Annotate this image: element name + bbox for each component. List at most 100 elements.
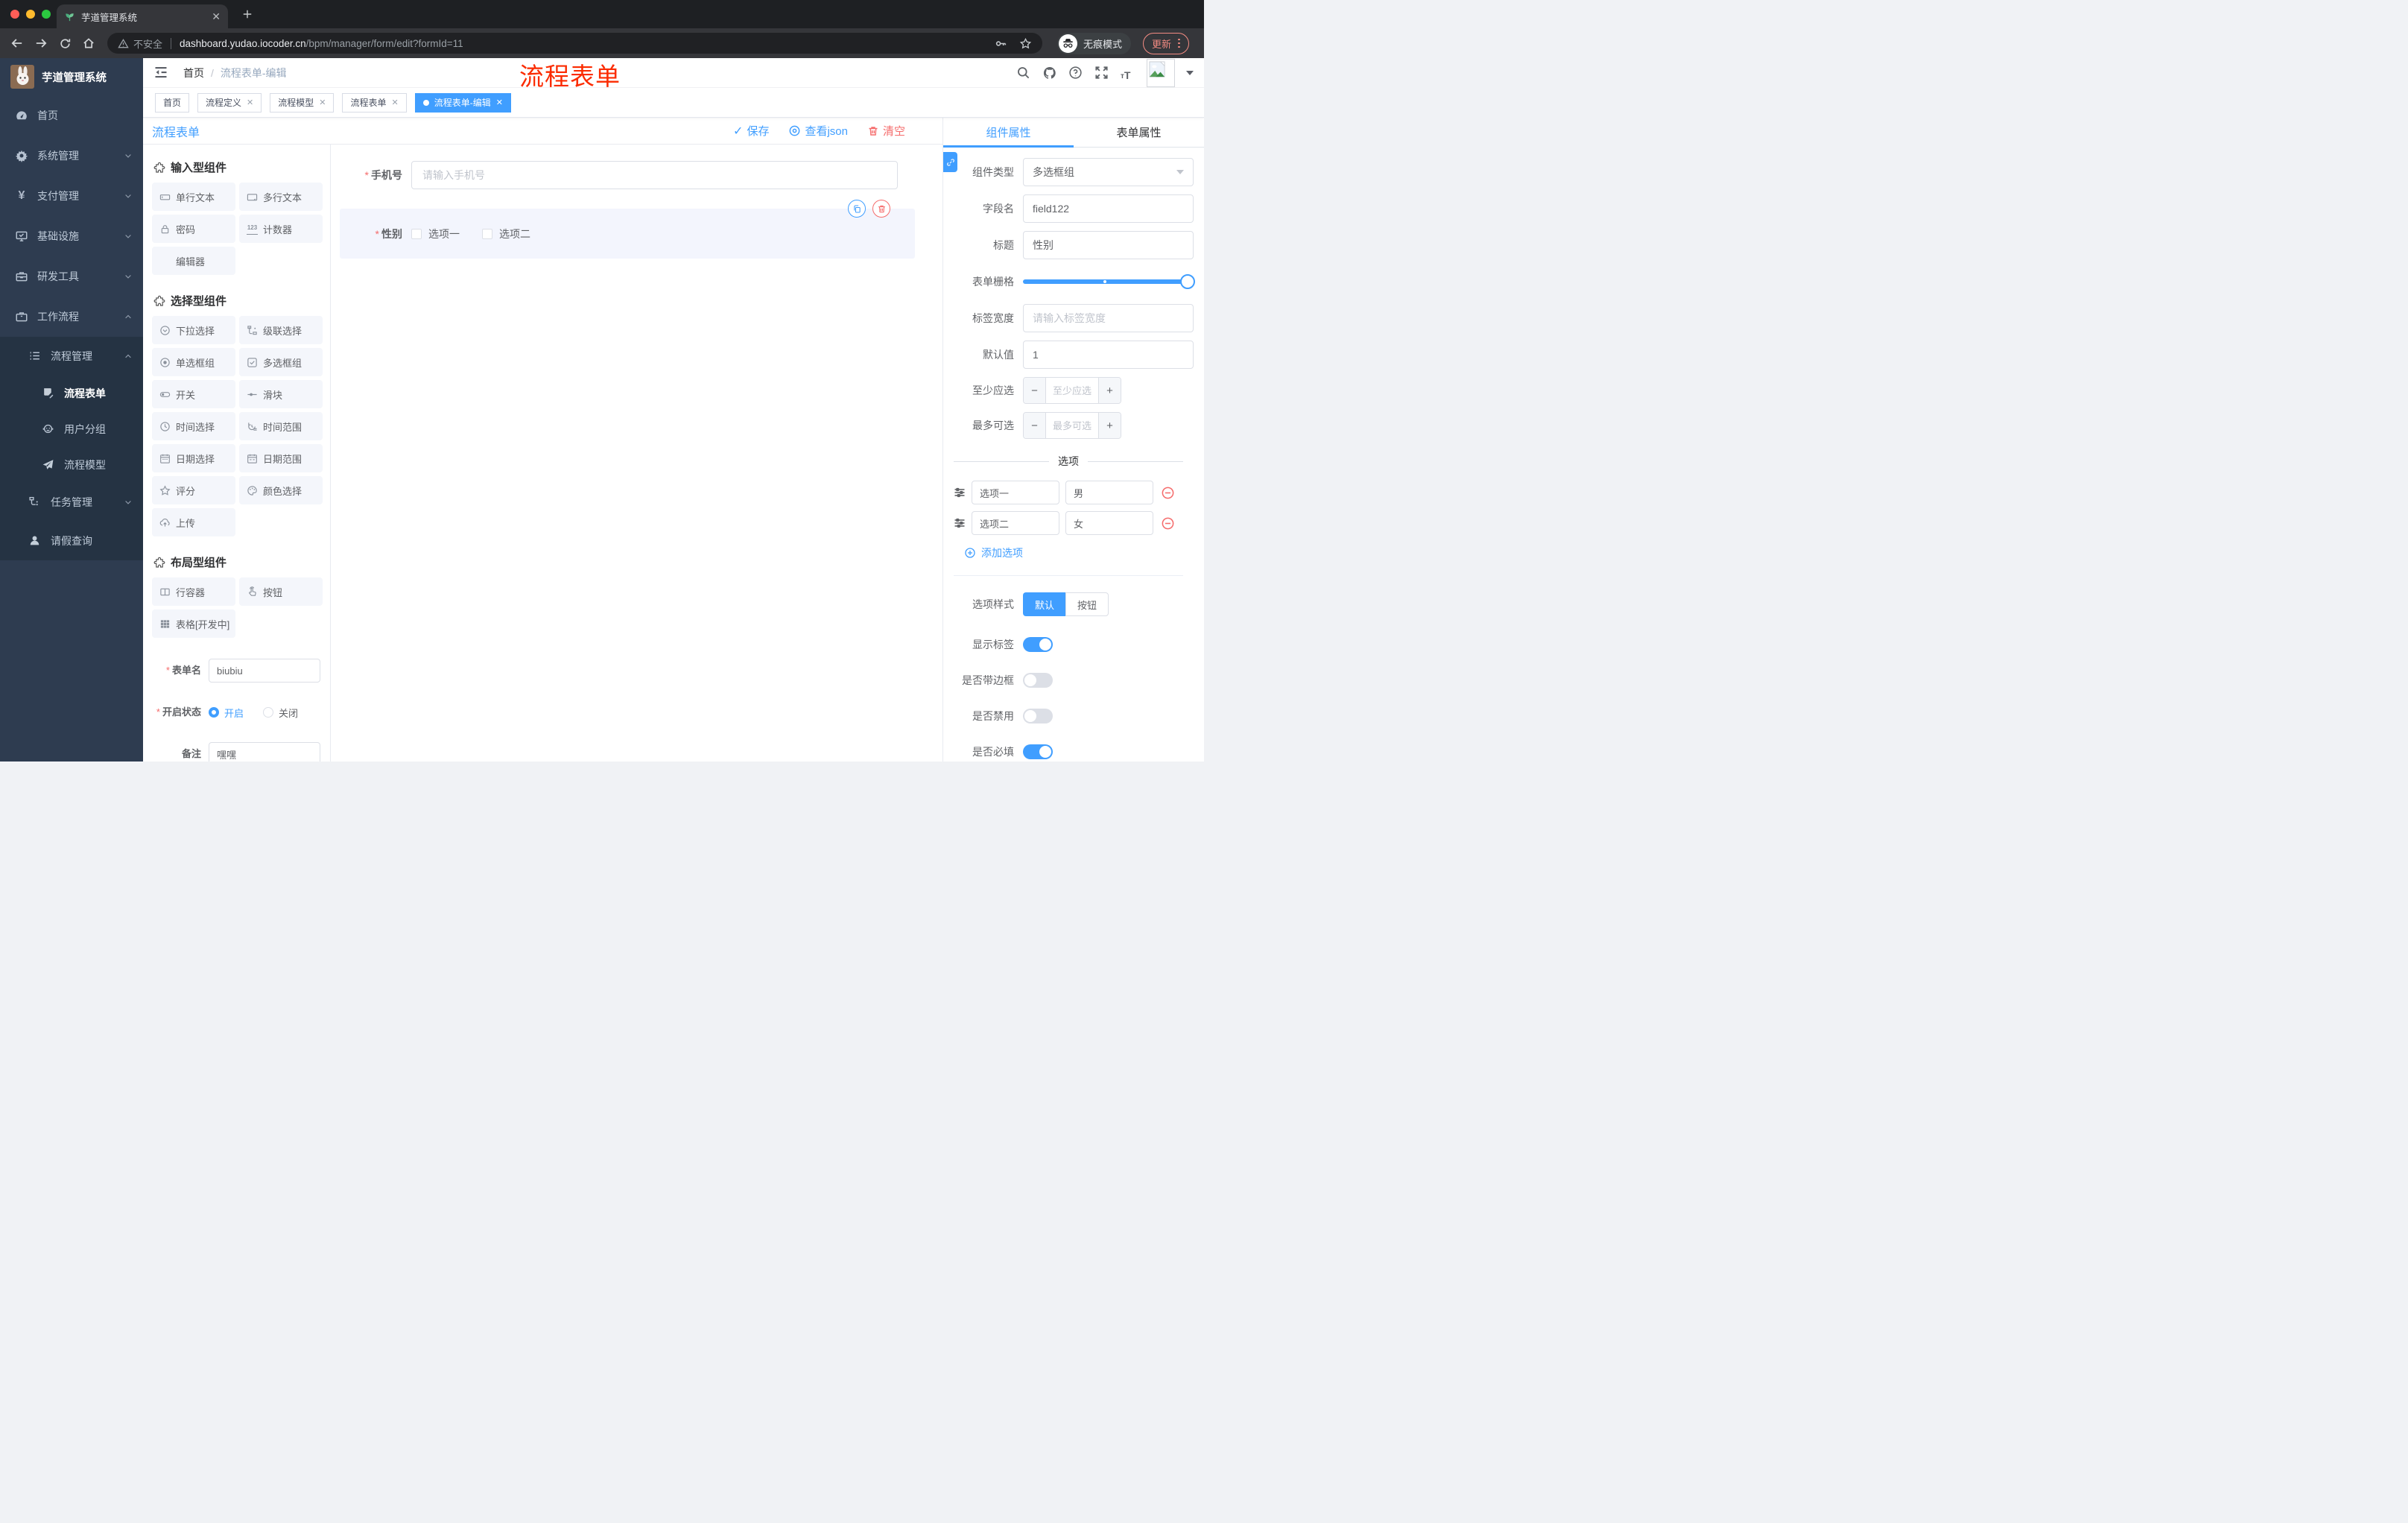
form-canvas[interactable]: *手机号 *性别 选项一 bbox=[331, 145, 942, 762]
palette-item-textarea[interactable]: 多行文本 bbox=[239, 183, 323, 211]
form-name-input[interactable] bbox=[209, 659, 320, 683]
palette-item-time-range[interactable]: 时间范围 bbox=[239, 412, 323, 440]
palette-item-counter[interactable]: 123 计数器 bbox=[239, 215, 323, 243]
palette-item-single-text[interactable]: 单行文本 bbox=[152, 183, 235, 211]
sidebar-item-process-model[interactable]: 流程模型 bbox=[0, 447, 143, 483]
show-label-toggle[interactable] bbox=[1023, 637, 1053, 652]
sidebar-item-leave-query[interactable]: 请假查询 bbox=[0, 522, 143, 560]
close-window-button[interactable] bbox=[10, 10, 19, 19]
palette-item-cascader[interactable]: 级联选择 bbox=[239, 316, 323, 344]
security-label[interactable]: 不安全 bbox=[133, 37, 162, 51]
remove-option-icon[interactable] bbox=[1161, 486, 1175, 500]
palette-item-radio-group[interactable]: 单选框组 bbox=[152, 348, 235, 376]
forward-icon[interactable] bbox=[31, 34, 51, 53]
palette-item-table[interactable]: 表格[开发中] bbox=[152, 609, 235, 638]
palette-item-row-container[interactable]: 行容器 bbox=[152, 577, 235, 606]
max-select-input[interactable] bbox=[1046, 413, 1098, 438]
option-1-name-input[interactable] bbox=[972, 481, 1059, 504]
disabled-toggle[interactable] bbox=[1023, 709, 1053, 723]
palette-item-editor[interactable]: 编辑器 bbox=[152, 247, 235, 275]
back-icon[interactable] bbox=[7, 34, 27, 53]
plus-button[interactable]: + bbox=[1098, 413, 1121, 438]
breadcrumb-home[interactable]: 首页 bbox=[183, 66, 204, 80]
fullscreen-icon[interactable] bbox=[1094, 66, 1109, 80]
form-grid-slider[interactable] bbox=[1023, 267, 1195, 296]
search-icon[interactable] bbox=[1016, 66, 1031, 80]
new-tab-button[interactable] bbox=[240, 7, 255, 22]
tag-close-icon[interactable]: ✕ bbox=[392, 98, 399, 107]
sidebar-item-home[interactable]: 首页 bbox=[0, 95, 143, 136]
palette-item-color-picker[interactable]: 颜色选择 bbox=[239, 476, 323, 504]
sidebar-item-devtools[interactable]: 研发工具 bbox=[0, 256, 143, 297]
help-icon[interactable] bbox=[1068, 66, 1083, 80]
style-button-button[interactable]: 按钮 bbox=[1065, 592, 1109, 616]
option-2-name-input[interactable] bbox=[972, 511, 1059, 535]
tag-process-definition[interactable]: 流程定义 ✕ bbox=[197, 92, 262, 113]
remove-option-icon[interactable] bbox=[1161, 516, 1175, 531]
drag-handle-icon[interactable] bbox=[954, 487, 966, 498]
sidebar-item-infra[interactable]: 基础设施 bbox=[0, 216, 143, 256]
maximize-window-button[interactable] bbox=[42, 10, 51, 19]
sidebar-item-process-manage[interactable]: 流程管理 bbox=[0, 337, 143, 376]
palette-item-date-range[interactable]: 日期范围 bbox=[239, 444, 323, 472]
tag-process-form-edit[interactable]: 流程表单-编辑 ✕ bbox=[414, 92, 511, 113]
tag-process-form[interactable]: 流程表单 ✕ bbox=[342, 92, 407, 113]
sidebar-fold-icon[interactable] bbox=[153, 65, 170, 81]
save-button[interactable]: ✓ 保存 bbox=[733, 123, 769, 139]
clear-button[interactable]: 清空 bbox=[867, 123, 905, 139]
palette-item-slider[interactable]: 滑块 bbox=[239, 380, 323, 408]
tag-close-icon[interactable]: ✕ bbox=[319, 98, 326, 107]
update-label[interactable]: 更新 bbox=[1152, 37, 1171, 51]
delete-component-button[interactable] bbox=[872, 200, 890, 218]
sidebar-item-workflow[interactable]: 工作流程 bbox=[0, 297, 143, 337]
gender-option-2[interactable]: 选项二 bbox=[482, 227, 530, 241]
add-option-button[interactable]: 添加选项 bbox=[964, 545, 1194, 560]
status-off-radio[interactable]: 关闭 bbox=[263, 706, 298, 720]
drag-handle-icon[interactable] bbox=[954, 517, 966, 529]
title-input[interactable] bbox=[1023, 231, 1194, 259]
github-icon[interactable] bbox=[1042, 66, 1057, 80]
default-value-input[interactable] bbox=[1023, 341, 1194, 369]
sidebar-item-task-manage[interactable]: 任务管理 bbox=[0, 483, 143, 522]
address-bar[interactable]: 不安全 dashboard.yudao.iocoder.cn/bpm/manag… bbox=[107, 33, 1042, 54]
tab-close-icon[interactable]: ✕ bbox=[212, 11, 221, 22]
avatar[interactable] bbox=[1147, 58, 1175, 87]
phone-field[interactable]: * 手机号 bbox=[340, 161, 915, 189]
sidebar-item-payment[interactable]: ¥ 支付管理 bbox=[0, 176, 143, 216]
tab-form-props[interactable]: 表单属性 bbox=[1074, 118, 1204, 147]
palette-item-password[interactable]: 密码 bbox=[152, 215, 235, 243]
browser-update-button[interactable]: 更新 bbox=[1143, 32, 1189, 54]
palette-item-button[interactable]: 按钮 bbox=[239, 577, 323, 606]
home-icon[interactable] bbox=[79, 34, 98, 53]
palette-item-select[interactable]: 下拉选择 bbox=[152, 316, 235, 344]
minimize-window-button[interactable] bbox=[26, 10, 35, 19]
component-type-select[interactable]: 多选框组 bbox=[1023, 158, 1194, 186]
tag-close-icon[interactable]: ✕ bbox=[496, 98, 503, 107]
tab-component-props[interactable]: 组件属性 bbox=[943, 118, 1074, 147]
max-select-stepper[interactable]: −+ bbox=[1023, 412, 1121, 439]
security-warning-icon[interactable] bbox=[118, 38, 129, 49]
field-name-input[interactable] bbox=[1023, 194, 1194, 223]
form-remark-textarea[interactable]: 嘿嘿 bbox=[209, 742, 320, 762]
status-on-radio[interactable]: 开启 bbox=[209, 706, 244, 720]
minus-button[interactable]: − bbox=[1024, 378, 1046, 403]
min-select-input[interactable] bbox=[1046, 378, 1098, 403]
palette-item-upload[interactable]: 上传 bbox=[152, 508, 235, 536]
sidebar-item-user-group[interactable]: 用户分组 bbox=[0, 411, 143, 447]
font-size-icon[interactable]: тT bbox=[1121, 66, 1135, 80]
sidebar-item-system[interactable]: 系统管理 bbox=[0, 136, 143, 176]
browser-menu-icon[interactable] bbox=[1178, 38, 1180, 48]
min-select-stepper[interactable]: −+ bbox=[1023, 377, 1121, 404]
selected-gender-component[interactable]: * 性别 选项一 选项二 bbox=[340, 200, 915, 259]
window-controls[interactable] bbox=[10, 10, 51, 19]
tag-home[interactable]: 首页 bbox=[155, 92, 190, 113]
phone-input[interactable] bbox=[411, 161, 898, 189]
minus-button[interactable]: − bbox=[1024, 413, 1046, 438]
tag-close-icon[interactable]: ✕ bbox=[247, 98, 253, 107]
reload-icon[interactable] bbox=[55, 34, 75, 53]
palette-item-date-picker[interactable]: 日期选择 bbox=[152, 444, 235, 472]
plus-button[interactable]: + bbox=[1098, 378, 1121, 403]
sidebar-item-process-form[interactable]: 流程表单 bbox=[0, 376, 143, 411]
tag-process-model[interactable]: 流程模型 ✕ bbox=[270, 92, 335, 113]
copy-component-button[interactable] bbox=[848, 200, 866, 218]
